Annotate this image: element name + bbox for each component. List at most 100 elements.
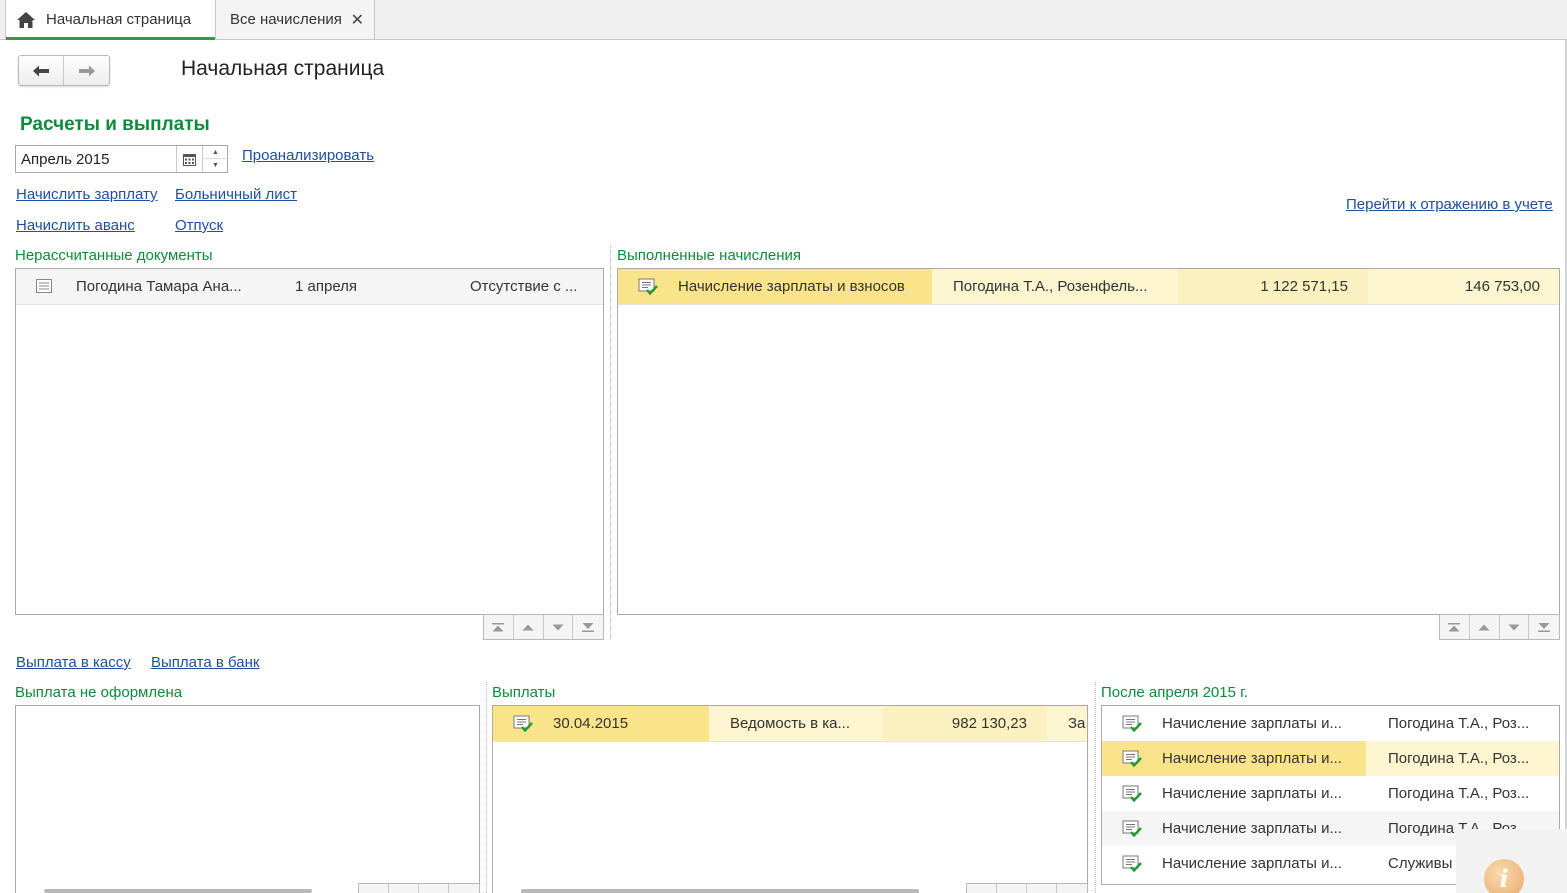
tab-bar: Начальная страница Все начисления ✕	[0, 0, 1567, 40]
employees-cell: Погодина Т.А., Розенфель...	[953, 278, 1148, 295]
table-row[interactable]: 30.04.2015 Ведомость в ка... 982 130,23 …	[493, 706, 1087, 741]
scroll-up-icon[interactable]	[514, 615, 544, 639]
list-scroll-controls	[966, 883, 1088, 893]
column-separator	[1095, 682, 1096, 893]
goto-accounting-link[interactable]: Перейти к отражению в учете	[1346, 196, 1553, 213]
scroll-top-icon[interactable]	[1440, 615, 1470, 639]
pay-bank-link[interactable]: Выплата в банк	[151, 654, 259, 671]
horizontal-scrollbar[interactable]	[521, 889, 919, 893]
scroll-top-icon[interactable]	[967, 884, 997, 893]
scroll-down-icon[interactable]	[1500, 615, 1530, 639]
posted-document-icon	[1122, 855, 1142, 873]
info-icon[interactable]: i	[1484, 859, 1524, 893]
after-period-label: После апреля 2015 г.	[1101, 684, 1248, 701]
posted-document-icon	[1122, 750, 1142, 768]
sick-leave-link[interactable]: Больничный лист	[175, 186, 297, 203]
table-row[interactable]: Начисление зарплаты и... Погодина Т.А., …	[1102, 706, 1559, 741]
table-row[interactable]: Начисление зарплаты и... Погодина Т.А., …	[1102, 741, 1559, 776]
tab-home[interactable]: Начальная страница	[5, 0, 216, 40]
who-cell: Погодина Т.А., Роз...	[1388, 785, 1530, 802]
unpaid-table	[15, 705, 480, 893]
who-cell: Погодина Т.А., Роз...	[1388, 715, 1530, 732]
date-cell: 30.04.2015	[553, 715, 629, 732]
row-divider	[493, 741, 1087, 742]
posted-document-icon	[1122, 785, 1142, 803]
extra-cell: За	[1068, 715, 1086, 732]
scroll-down-icon[interactable]	[544, 615, 574, 639]
tab-label: Начальная страница	[46, 11, 192, 28]
close-icon[interactable]: ✕	[351, 10, 364, 30]
doc-cell: Начисление зарплаты и...	[1162, 820, 1342, 837]
who-cell: Погодина Т.А., Роз...	[1388, 750, 1530, 767]
employee-cell: Погодина Тамара Ана...	[76, 278, 242, 295]
scroll-bottom-icon[interactable]	[573, 615, 603, 639]
scroll-top-icon[interactable]	[359, 884, 389, 893]
list-scroll-controls	[483, 614, 604, 640]
scroll-up-icon[interactable]	[997, 884, 1027, 893]
table-row[interactable]: Погодина Тамара Ана... 1 апреля Отсутств…	[16, 269, 603, 304]
scroll-up-icon[interactable]	[1470, 615, 1500, 639]
doc-cell: Начисление зарплаты и взносов	[678, 278, 905, 295]
scroll-bottom-icon[interactable]	[449, 884, 479, 893]
amount2-cell: 146 753,00	[1464, 278, 1540, 295]
table-row[interactable]: Начисление зарплаты и взносов Погодина Т…	[618, 269, 1559, 304]
posted-document-icon	[1122, 820, 1142, 838]
table-row[interactable]: Начисление зарплаты и... Погодина Т.А., …	[1102, 776, 1559, 811]
period-value[interactable]: Апрель 2015	[21, 151, 109, 168]
period-field[interactable]: Апрель 2015 ▲ ▼	[15, 145, 228, 173]
uncalculated-label: Нерассчитанные документы	[15, 247, 213, 264]
tab-label: Все начисления	[230, 11, 342, 28]
scroll-up-icon[interactable]	[389, 884, 419, 893]
doc-cell: Начисление зарплаты и...	[1162, 750, 1342, 767]
posted-document-icon	[513, 715, 533, 733]
page-title: Начальная страница	[181, 57, 385, 80]
list-scroll-controls	[1439, 614, 1560, 640]
completed-table: Начисление зарплаты и взносов Погодина Т…	[617, 268, 1560, 615]
amount-cell: 982 130,23	[951, 715, 1027, 732]
arrow-right-icon	[78, 65, 95, 76]
column-separator	[610, 245, 611, 640]
spin-down-icon[interactable]: ▼	[203, 159, 228, 172]
column-separator	[486, 682, 487, 893]
uncalculated-table: Погодина Тамара Ана... 1 апреля Отсутств…	[15, 268, 604, 615]
scroll-down-icon[interactable]	[1027, 884, 1057, 893]
amount-cell: 1 122 571,15	[1260, 278, 1348, 295]
info-panel[interactable]: i	[1456, 829, 1567, 893]
scroll-bottom-icon[interactable]	[1057, 884, 1087, 893]
pay-cash-link[interactable]: Выплата в кассу	[16, 654, 131, 671]
doc-cell: Начисление зарплаты и...	[1162, 855, 1342, 872]
list-scroll-controls	[358, 883, 480, 893]
doc-cell: Начисление зарплаты и...	[1162, 715, 1342, 732]
vacation-link[interactable]: Отпуск	[175, 217, 223, 234]
doc-cell: Ведомость в ка...	[730, 715, 850, 732]
scroll-top-icon[interactable]	[484, 615, 514, 639]
scroll-bottom-icon[interactable]	[1529, 615, 1559, 639]
date-cell: 1 апреля	[295, 278, 358, 295]
doc-cell: Начисление зарплаты и...	[1162, 785, 1342, 802]
period-spinner[interactable]: ▲ ▼	[202, 146, 228, 172]
calendar-icon[interactable]	[176, 146, 202, 172]
forward-button[interactable]	[64, 56, 109, 85]
row-divider	[16, 304, 603, 305]
accrue-advance-link[interactable]: Начислить аванс	[16, 217, 135, 234]
accrue-salary-link[interactable]: Начислить зарплату	[16, 186, 158, 203]
back-button[interactable]	[19, 56, 65, 85]
arrow-left-icon	[33, 65, 49, 76]
home-icon	[17, 11, 35, 28]
row-divider	[618, 304, 1559, 305]
horizontal-scrollbar[interactable]	[44, 889, 312, 893]
posted-document-icon	[1122, 715, 1142, 733]
kind-cell: Отсутствие с ...	[470, 278, 578, 295]
scroll-down-icon[interactable]	[419, 884, 449, 893]
analyze-link[interactable]: Проанализировать	[242, 147, 374, 164]
spin-up-icon[interactable]: ▲	[203, 146, 228, 159]
document-icon	[36, 279, 52, 293]
payments-label: Выплаты	[492, 684, 556, 701]
history-nav	[18, 55, 110, 86]
payments-table: 30.04.2015 Ведомость в ка... 982 130,23 …	[492, 705, 1088, 893]
completed-label: Выполненные начисления	[617, 247, 802, 264]
unpaid-label: Выплата не оформлена	[15, 684, 183, 701]
section-title: Расчеты и выплаты	[20, 114, 210, 135]
tab-all-accruals[interactable]: Все начисления ✕	[216, 0, 375, 39]
posted-document-icon	[638, 278, 658, 296]
